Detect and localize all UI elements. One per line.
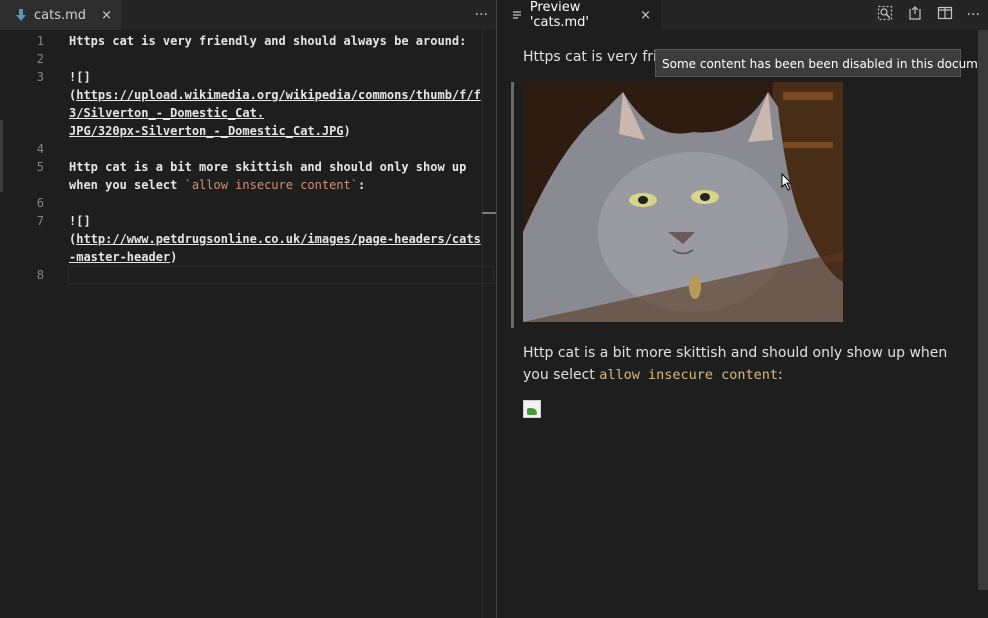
search-preview-icon[interactable] [877,5,893,25]
selection-indicator [511,82,514,328]
editor-line: (https://upload.wikimedia.org/wikipedia/… [0,86,482,104]
line-number: 6 [36,196,44,210]
mouse-cursor-icon [781,173,793,191]
close-icon[interactable]: × [95,8,112,23]
editor-line: 3/Silverton_-_Domestic_Cat. [0,104,482,122]
line-number: 3 [36,70,44,84]
line-content: ![] [69,214,91,228]
markdown-file-icon [14,9,28,21]
editor-line: when you select `allow insecure content`… [0,176,482,194]
editor-line: 2 [0,50,482,68]
paragraph-text-end: : [778,367,783,383]
preview-scrollbar[interactable] [978,30,988,590]
security-warning-tooltip[interactable]: Some content has been been disabled in t… [655,49,988,77]
preview-paragraph-2: Http cat is a bit more skittish and shou… [523,342,963,386]
open-source-icon[interactable] [907,5,923,25]
inline-code: `allow insecure content` [184,178,358,192]
editor-line: (http://www.petdrugsonline.co.uk/images/… [0,230,482,248]
line-content: ![] [69,70,91,84]
editor-line: 4 [0,140,482,158]
line-content: JPG/320px-Silverton_-_Domestic_Cat.JPG) [69,124,351,138]
line-number: 7 [36,214,44,228]
link-url[interactable]: http://www.petdrugsonline.co.uk/images/p… [76,232,481,246]
line-content: -master-header) [69,250,178,264]
editor-line: 7 ![] [0,212,482,230]
editor-tabbar: cats.md × ··· [0,0,496,30]
inline-code: allow insecure content [599,367,779,383]
markdown-preview: Https cat is very frie Http cat is a bit… [497,30,988,618]
split-editor-icon[interactable] [937,5,953,25]
link-url[interactable]: -master-header [69,250,170,264]
line-content: (http://www.petdrugsonline.co.uk/images/… [69,232,481,246]
tab-cats-md[interactable]: cats.md × [0,0,122,30]
line-number: 8 [36,268,44,282]
preview-tab-label: Preview 'cats.md' [529,0,589,30]
line-content: Http cat is a bit more skittish and shou… [69,160,467,174]
broken-image-icon [523,400,541,418]
preview-group: Preview 'cats.md' × ··· Https cat is ver… [497,0,988,618]
preview-tabbar: Preview 'cats.md' × ··· [497,0,988,30]
more-actions-icon[interactable]: ··· [475,7,488,23]
editor-scrollbar-track[interactable] [482,30,483,618]
code-editor[interactable]: 1 Https cat is very friendly and should a… [0,30,496,618]
line-number: 2 [36,52,44,66]
link-url[interactable]: 3/Silverton_-_Domestic_Cat. [69,106,264,120]
line-number: 4 [36,142,44,156]
preview-actions: ··· [877,0,980,30]
editor-group: cats.md × ··· 1 Https cat is very friendl… [0,0,496,618]
editor-line: 6 [0,194,482,212]
editor-scrollbar-thumb[interactable] [482,212,496,214]
editor-line: -master-header) [0,248,482,266]
editor-line: JPG/320px-Silverton_-_Domestic_Cat.JPG) [0,122,482,140]
line-content: (https://upload.wikimedia.org/wikipedia/… [69,88,481,102]
current-line-highlight [68,266,494,284]
tab-preview-cats[interactable]: Preview 'cats.md' × [497,0,661,30]
line-number: 1 [36,34,44,48]
line-content: 3/Silverton_-_Domestic_Cat. [69,104,264,122]
preview-paragraph-1: Https cat is very frie [523,49,666,65]
tab-label: cats.md [34,7,87,23]
line-content: when you select `allow insecure content`… [69,178,366,192]
link-url[interactable]: https://upload.wikimedia.org/wikipedia/c… [76,88,481,102]
more-icon[interactable]: ··· [967,7,980,23]
editor-line: 1 Https cat is very friendly and should a… [0,32,482,50]
editor-line: 3 ![] [0,68,482,86]
line-content: Https cat is very friendly and should al… [69,34,467,48]
link-url[interactable]: JPG/320px-Silverton_-_Domestic_Cat.JPG [69,124,344,138]
editor-line: 5 Http cat is a bit more skittish and sho… [0,158,482,176]
close-icon[interactable]: × [634,8,651,23]
editor-actions: ··· [475,0,488,30]
cat-image [523,82,843,322]
line-number: 5 [36,160,44,174]
preview-icon [511,10,524,20]
